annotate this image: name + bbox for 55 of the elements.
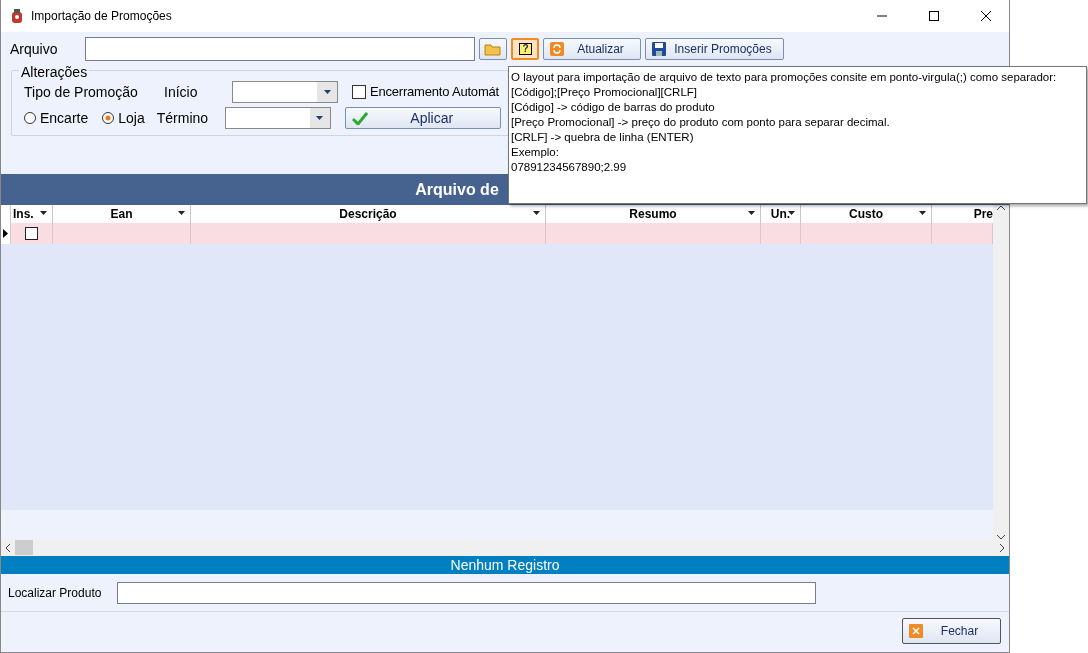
- refresh-icon: [550, 42, 565, 56]
- vertical-scrollbar[interactable]: [993, 205, 1009, 540]
- checkmark-icon: [351, 111, 368, 125]
- date-dropdown[interactable]: [224, 107, 331, 129]
- tooltip-line: [Preço Promocional] -> preço do produto com ponto para separar decimal.: [511, 115, 891, 130]
- sort-caret-icon: [788, 211, 795, 215]
- close-button[interactable]: Fechar: [902, 618, 1001, 644]
- checkbox-icon[interactable]: [25, 227, 38, 240]
- radio-option[interactable]: Encarte: [24, 107, 89, 129]
- app-icon: [9, 8, 25, 24]
- tooltip-line: [Código] -> código de barras do produto: [511, 100, 716, 115]
- scroll-up-icon: [997, 205, 1005, 210]
- column-header[interactable]: Pre: [932, 205, 993, 223]
- window-title: Importação de Promoções: [31, 8, 172, 25]
- scroll-left-icon: [5, 543, 10, 552]
- sort-caret-icon: [533, 211, 540, 215]
- sort-caret-icon: [919, 211, 926, 215]
- open-folder-button[interactable]: [479, 38, 508, 60]
- toolbar-button[interactable]: Inserir Promoções: [645, 38, 785, 60]
- search-field[interactable]: [117, 581, 817, 604]
- file-path-field[interactable]: [85, 37, 476, 61]
- radio-selected-icon: [102, 112, 115, 124]
- date-label: Término: [156, 108, 210, 128]
- sort-caret-icon: [178, 211, 185, 215]
- folder-icon: [484, 42, 503, 56]
- tooltip-line: 07891234567890;2.99: [511, 160, 628, 175]
- sort-caret-icon: [748, 211, 755, 215]
- help-icon: ?: [518, 43, 532, 55]
- horizontal-scrollbar[interactable]: [1, 539, 1009, 556]
- close-box-icon: [909, 624, 923, 638]
- dropdown-caret-icon: [316, 116, 324, 120]
- scrollbar-thumb[interactable]: [15, 540, 33, 555]
- radio-option[interactable]: Loja: [102, 107, 145, 129]
- apply-button[interactable]: Aplicar: [344, 107, 501, 129]
- toolbar-button[interactable]: Atualizar: [543, 38, 642, 60]
- maximize-icon: [929, 11, 939, 21]
- checkbox-icon: [352, 85, 366, 99]
- file-label: Arquivo: [10, 39, 58, 59]
- dropdown-caret-icon: [323, 90, 331, 94]
- tooltip-line: [CRLF] -> quebra de linha (ENTER): [511, 130, 695, 145]
- tooltip-line: Exemplo:: [511, 145, 560, 160]
- date-dropdown[interactable]: [232, 81, 338, 103]
- sort-caret-icon: [40, 211, 47, 215]
- auto-close-checkbox[interactable]: Encerramento Automát: [352, 82, 499, 102]
- date-label: Início: [164, 82, 199, 102]
- scroll-right-icon: [1000, 543, 1005, 552]
- tooltip-line: [Código];[Preço Promocional][CRLF]: [511, 85, 698, 100]
- tooltip-line: O layout para importação de arquivo de texto para promoções consite em ponto-virgula(;) como separador:: [511, 70, 1058, 85]
- help-button[interactable]: ?: [511, 38, 540, 60]
- record-status: Nenhum Registro: [1, 556, 1009, 574]
- radio-icon: [24, 112, 36, 124]
- current-row-icon: [3, 229, 8, 238]
- promotion-type-label: Tipo de Promoção: [24, 82, 139, 102]
- close-icon: [981, 11, 991, 21]
- search-label: Localizar Produto: [8, 584, 102, 602]
